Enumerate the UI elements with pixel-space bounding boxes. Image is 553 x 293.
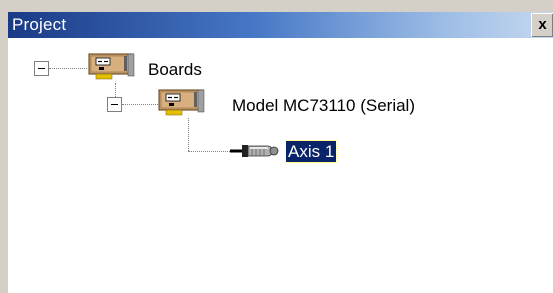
panel-left-edge	[0, 0, 8, 293]
collapse-boards-icon[interactable]	[34, 61, 49, 76]
tree-item-boards[interactable]: Boards	[148, 59, 202, 80]
tree-connector	[122, 104, 158, 106]
tree-item-axis-1[interactable]: Axis 1	[284, 140, 338, 163]
panel-title: Project	[12, 15, 67, 34]
close-icon: x	[538, 16, 547, 33]
collapse-board-icon[interactable]	[107, 97, 122, 112]
tree-connector	[188, 151, 232, 153]
axis-connector-icon	[230, 145, 279, 157]
panel-titlebar[interactable]: Project x	[8, 12, 553, 38]
tree-connector	[188, 118, 190, 151]
close-button[interactable]: x	[531, 13, 553, 37]
project-tree[interactable]: Boards Model MC73110 (Serial) Axis 1	[8, 38, 553, 293]
tree-item-board-model[interactable]: Model MC73110 (Serial)	[232, 95, 415, 116]
tree-connector	[115, 83, 117, 97]
board-icon	[88, 53, 135, 80]
project-panel: Project x Boards Model MC73110 (Serial) …	[0, 0, 553, 293]
board-icon	[158, 89, 205, 116]
tree-connector	[49, 68, 87, 70]
